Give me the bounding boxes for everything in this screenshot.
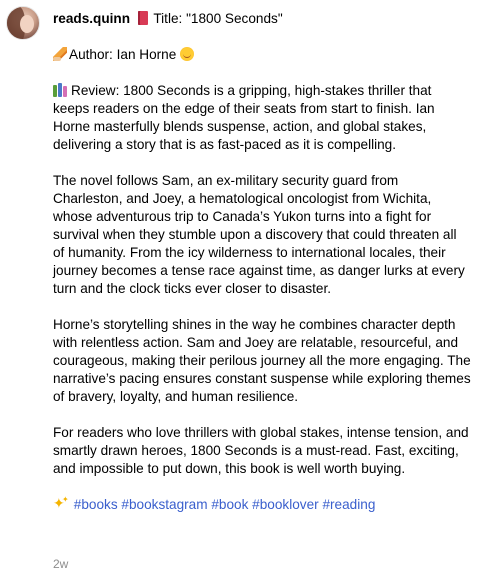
writing-hand-icon xyxy=(53,47,67,61)
plot-paragraph: The novel follows Sam, an ex-military se… xyxy=(53,173,465,296)
caption-body: reads.quinn Title: "1800 Seconds" Author… xyxy=(53,10,471,514)
title-text: Title: "1800 Seconds" xyxy=(153,11,283,26)
closed-book-icon xyxy=(137,11,148,25)
username-link[interactable]: reads.quinn xyxy=(53,11,130,26)
sparkles-icon xyxy=(53,491,69,512)
hashtag-line: #books #bookstagram #book #booklover #re… xyxy=(53,491,471,514)
avatar[interactable] xyxy=(6,6,40,40)
hashtag-link[interactable]: #booklover xyxy=(252,497,319,512)
storytelling-paragraph: Horne’s storytelling shines in the way h… xyxy=(53,317,471,404)
hashtag-link[interactable]: #book xyxy=(211,497,248,512)
books-icon xyxy=(53,83,69,97)
author-line: Author: Ian Horne xyxy=(53,46,471,64)
hashtag-link[interactable]: #bookstagram xyxy=(121,497,207,512)
smiling-face-icon xyxy=(180,47,195,61)
hashtag-link[interactable]: #reading xyxy=(322,497,375,512)
post-timestamp[interactable]: 2w xyxy=(53,557,68,571)
author-text: Author: Ian Horne xyxy=(69,47,177,62)
post-caption: reads.quinn Title: "1800 Seconds" Author… xyxy=(0,0,480,577)
review-paragraph: Review: 1800 Seconds is a gripping, high… xyxy=(53,82,471,154)
hashtag-link[interactable]: #books xyxy=(74,497,118,512)
recommendation-paragraph: For readers who love thrillers with glob… xyxy=(53,425,469,476)
review-text: Review: 1800 Seconds is a gripping, high… xyxy=(53,83,435,152)
caption-header: reads.quinn Title: "1800 Seconds" xyxy=(53,10,471,28)
